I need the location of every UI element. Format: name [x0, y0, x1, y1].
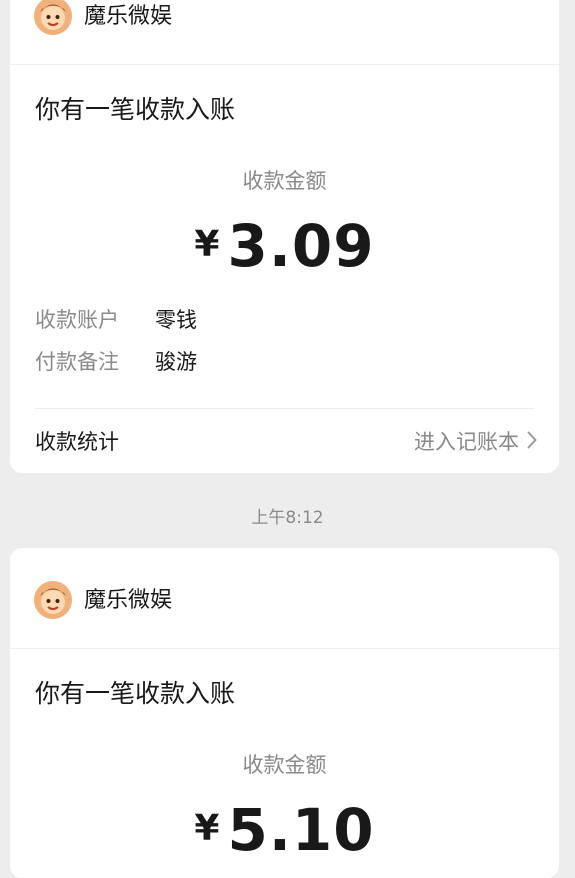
merchant-name: 魔乐微娱 — [84, 588, 173, 613]
ledger-link-row[interactable]: 收款统计 进入记账本 — [35, 426, 537, 458]
payment-message-card[interactable]: 魔乐微娱 你有一笔收款入账 收款金额 ¥5.10 — [10, 548, 559, 878]
payment-message-card[interactable]: 魔乐微娱 你有一笔收款入账 收款金额 ¥3.09 收款账户 零钱 付款备注 骏游 收… — [10, 0, 559, 473]
currency-symbol: ¥ — [194, 224, 220, 265]
divider — [35, 408, 534, 409]
stats-label: 收款统计 — [35, 430, 119, 454]
ledger-link[interactable]: 进入记账本 — [414, 426, 537, 458]
detail-key: 付款备注 — [35, 350, 119, 374]
merchant-header[interactable]: 魔乐微娱 — [10, 0, 559, 65]
ledger-link-label: 进入记账本 — [414, 430, 519, 454]
detail-row-remark: 付款备注 骏游 — [35, 348, 197, 376]
message-timestamp: 上午8:12 — [251, 508, 324, 528]
chevron-right-icon — [527, 426, 537, 458]
detail-value: 零钱 — [155, 308, 197, 332]
amount-label: 收款金额 — [242, 753, 327, 777]
detail-row-account: 收款账户 零钱 — [35, 306, 197, 334]
merchant-avatar-icon — [34, 581, 72, 619]
merchant-name: 魔乐微娱 — [84, 4, 173, 29]
currency-symbol: ¥ — [194, 808, 220, 849]
merchant-header[interactable]: 魔乐微娱 — [10, 548, 559, 649]
amount-value: 3.09 — [227, 212, 375, 280]
amount-display: ¥3.09 — [10, 212, 559, 280]
merchant-avatar-icon — [34, 0, 72, 35]
notice-title: 你有一笔收款入账 — [35, 95, 236, 124]
amount-label: 收款金额 — [242, 169, 327, 193]
notice-title: 你有一笔收款入账 — [35, 679, 236, 708]
detail-value: 骏游 — [155, 350, 197, 374]
detail-key: 收款账户 — [35, 308, 119, 332]
